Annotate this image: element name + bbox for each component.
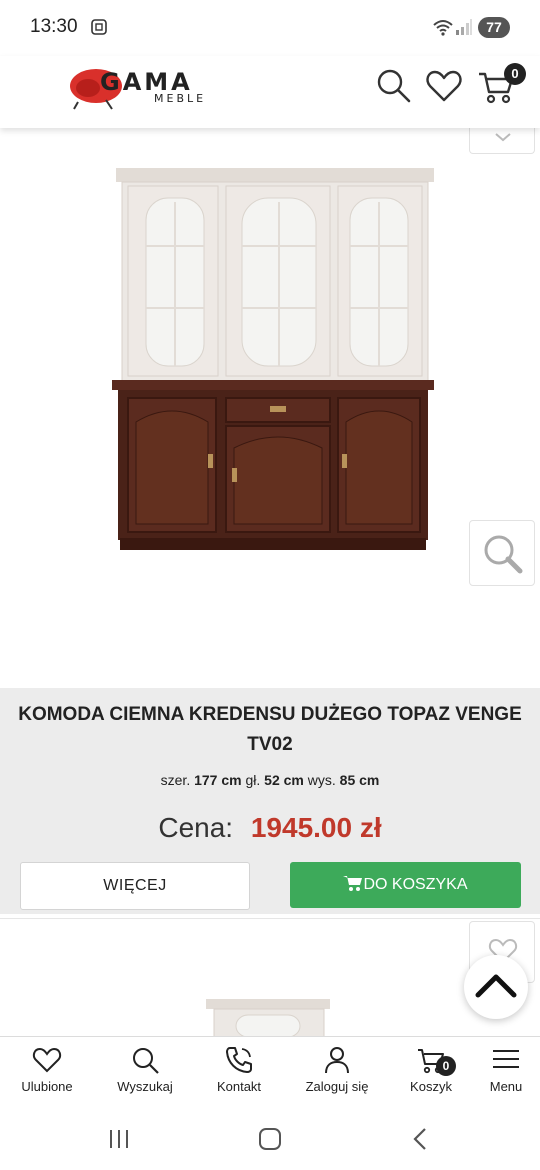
battery-indicator: 77 — [478, 17, 510, 38]
nav-cart-badge: 0 — [436, 1056, 456, 1076]
nav-login-label: Zaloguj się — [305, 1079, 369, 1094]
search-icon — [133, 1048, 159, 1074]
bottom-navigation: Ulubione Wyszukaj Kontakt Zaloguj się 0 … — [0, 1036, 540, 1104]
product-image[interactable] — [206, 997, 332, 1037]
zoom-button[interactable] — [469, 520, 535, 586]
scroll-to-top-button[interactable] — [464, 955, 528, 1019]
user-icon — [325, 1047, 349, 1074]
product-title[interactable]: KOMODA CIEMNA KREDENSU DUŻEGO TOPAZ VENG… — [12, 700, 528, 760]
gama-logo[interactable]: GAMA MEBLE — [66, 62, 226, 110]
back-icon[interactable] — [408, 1126, 434, 1152]
favorites-heart-icon[interactable] — [424, 66, 464, 106]
screenshot-icon — [91, 19, 107, 35]
price-row: Cena: 1945.00 zł — [0, 812, 540, 844]
depth-value: 52 cm — [264, 772, 304, 788]
product-image[interactable] — [108, 162, 438, 554]
add-to-cart-button[interactable]: DO KOSZYKA — [290, 862, 521, 908]
price-value: 1945.00 zł — [250, 812, 382, 843]
add-to-cart-label: DO KOSZYKA — [363, 876, 468, 893]
nav-login[interactable]: Zaloguj się — [292, 1045, 382, 1103]
nav-favorites-label: Ulubione — [21, 1079, 73, 1094]
chevron-down-icon — [495, 133, 511, 142]
nav-menu-label: Menu — [489, 1079, 523, 1094]
chevron-up-icon — [475, 974, 517, 998]
recent-apps-icon[interactable] — [106, 1126, 132, 1152]
height-value: 85 cm — [339, 772, 380, 788]
product-dimensions: szer. 177 cm gł. 52 cm wys. 85 cm — [0, 772, 540, 788]
price-label: Cena: — [158, 812, 234, 843]
menu-icon — [493, 1050, 519, 1068]
height-label: wys. — [307, 772, 336, 788]
phone-icon — [226, 1047, 252, 1073]
site-header: GAMA MEBLE 0 — [0, 56, 540, 128]
more-button[interactable]: WIĘCEJ — [20, 862, 250, 910]
next-product-card — [0, 918, 540, 1037]
width-label: szer. — [160, 772, 191, 788]
cart-count-badge: 0 — [504, 63, 526, 85]
heart-icon — [32, 1047, 62, 1073]
nav-contact-label: Kontakt — [216, 1079, 262, 1094]
logo-subtext: MEBLE — [154, 92, 207, 105]
magnifier-icon — [484, 535, 523, 574]
nav-search[interactable]: Wyszukaj — [100, 1045, 190, 1103]
nav-search-label: Wyszukaj — [117, 1079, 173, 1094]
depth-label: gł. — [245, 772, 261, 788]
nav-menu[interactable]: Menu — [461, 1045, 540, 1103]
cart-icon — [343, 876, 363, 892]
search-icon[interactable] — [374, 66, 414, 106]
favorite-toggle-button[interactable] — [469, 128, 535, 154]
signal-icon — [456, 19, 472, 35]
nav-favorites[interactable]: Ulubione — [2, 1045, 92, 1103]
status-time: 13:30 — [30, 16, 78, 37]
width-value: 177 cm — [194, 772, 242, 788]
nav-contact[interactable]: Kontakt — [194, 1045, 284, 1103]
home-icon[interactable] — [257, 1126, 283, 1152]
wifi-icon — [433, 20, 453, 36]
status-bar: 13:30 77 — [0, 0, 540, 56]
product-image-area — [0, 128, 540, 688]
product-info-panel: KOMODA CIEMNA KREDENSU DUŻEGO TOPAZ VENG… — [0, 688, 540, 914]
system-navigation-bar — [0, 1104, 540, 1170]
